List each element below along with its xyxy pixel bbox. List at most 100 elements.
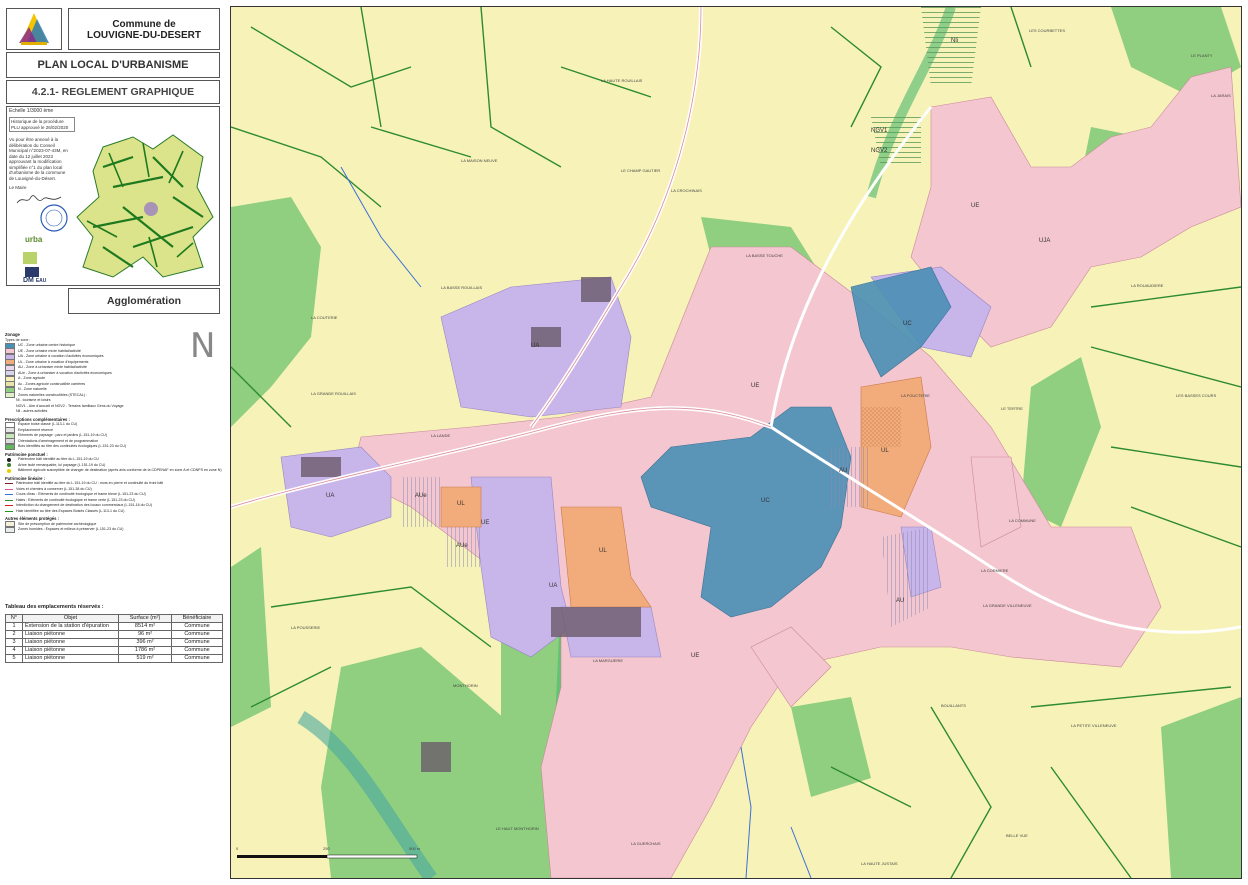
legend: Zonage Types de zone : UC - Zone urbaine… — [5, 330, 225, 533]
legend-swatch — [5, 392, 15, 399]
scale-label: 250 — [323, 846, 330, 851]
commune-logo-icon — [19, 13, 49, 45]
place-label: LA GUERCHAIS — [631, 841, 661, 846]
place-label: LA BASSE ROUILLAIS — [441, 285, 482, 290]
zone-label-ue: UE — [751, 383, 759, 389]
legend-item: Haie identifiée au titre des Espaces Boi… — [5, 509, 225, 515]
legend-item: Bois identifiés au titre des continuités… — [5, 443, 225, 450]
scale-label: 500 m — [409, 846, 421, 851]
table-cell: 1786 m² — [118, 646, 172, 655]
zone-label-uc: UC — [903, 321, 912, 327]
partner-logo-2-icon — [25, 267, 39, 277]
place-label: LA LANDE — [431, 433, 450, 438]
place-label: LA CORMIERE — [981, 568, 1009, 573]
place-label: LA ROUAUDIERE — [1131, 283, 1164, 288]
table-cell: 1 — [5, 622, 23, 631]
table-row: 4 Liaison piétonne 1786 m² Commune — [5, 646, 223, 655]
info-box: Echelle 1/3000 ème Historique de la proc… — [6, 106, 220, 286]
table-cell: 519 m² — [118, 654, 172, 663]
zone-label-au: AU — [896, 598, 904, 604]
zone-label-ngv1: NGV1 — [871, 128, 888, 134]
table-cell: Commune — [171, 638, 223, 647]
table-header-cell: N° — [5, 614, 23, 623]
place-label: LA GRANDE VILLENEUVE — [983, 603, 1032, 608]
reserved-table-title: Tableau des emplacements réservés : — [5, 604, 104, 610]
reserved-table-body: 1 Extension de la station d'épuration 8514… — [5, 622, 223, 663]
zone-label-nli: Nli — [951, 38, 958, 44]
zone-label-ue: UE — [481, 520, 489, 526]
table-cell: 4 — [5, 646, 23, 655]
commune-overview-map-icon — [76, 134, 214, 278]
zone-label-ue: UE — [691, 653, 699, 659]
place-label: LA FOUCTERIE — [901, 393, 930, 398]
place-label: LA HAUTE JUSTAIS — [861, 861, 898, 866]
history-box: Historique de la procédure PLU approuvé … — [9, 117, 75, 132]
urba-logo: urba — [25, 235, 43, 244]
place-label: LA COUTERIE — [311, 315, 338, 320]
legend-swatch — [5, 526, 15, 533]
zone-label-ue: UE — [971, 203, 979, 209]
zoning-map[interactable]: UA UA UA UC UC UL UL UL AU AU AUe AUe UE… — [230, 6, 1242, 879]
place-label: LA POUSSERIE — [291, 625, 320, 630]
legend-swatch — [5, 510, 13, 512]
legend-swatch — [5, 483, 13, 485]
table-cell: 5 — [5, 654, 23, 663]
partner-logo-icon — [23, 252, 37, 264]
place-label: LA CROCHINAIS — [671, 188, 702, 193]
mayor-label: Le Maire — [9, 185, 27, 190]
table-header-cell: Objet — [22, 614, 119, 623]
place-label: LA PETITE VILLENEUVE — [1071, 723, 1117, 728]
zone-label-ua: UA — [531, 343, 539, 349]
legend-ponctuel-list: Patrimoine bâti identifié au titre du L.… — [5, 457, 225, 474]
table-cell: Extension de la station d'épuration — [22, 622, 119, 631]
commune-name-box: Commune de LOUVIGNE-DU-DESERT — [68, 8, 220, 50]
place-label: LE CHAMP GAUTIER — [621, 168, 660, 173]
table-cell: Liaison piétonne — [22, 630, 119, 639]
table-row: 3 Liaison piétonne 396 m² Commune — [5, 638, 223, 647]
reserved-areas-table: N° Objet Surface (m²) Bénéficiaire 1 Exte… — [5, 614, 223, 663]
table-cell: Commune — [171, 654, 223, 663]
title-panel: Commune de LOUVIGNE-DU-DESERT PLAN LOCAL… — [0, 0, 228, 885]
legend-label: Bois identifiés au titre des continuités… — [18, 444, 127, 448]
legend-swatch — [7, 457, 11, 462]
history-line1: Historique de la procédure — [11, 119, 64, 124]
table-header-row: N° Objet Surface (m²) Bénéficiaire — [5, 614, 223, 623]
commune-line1: Commune de — [112, 19, 176, 30]
legend-stecal-list: Nl - tourisme et loisirs NGV1 - Aire d'ac… — [5, 398, 225, 415]
place-label: LA MAISON NEUVE — [461, 158, 498, 163]
commune-logo — [6, 8, 62, 50]
zone-label-uc: UC — [761, 498, 770, 504]
dm-logo: DM EAU — [23, 277, 46, 284]
legend-zones-list: UC - Zone urbaine centre historique UE - … — [5, 342, 225, 399]
sector-title: Agglomération — [68, 288, 220, 314]
table-cell: Commune — [171, 622, 223, 631]
plu-title: PLAN LOCAL D'URBANISME — [6, 52, 220, 78]
legend-swatch — [7, 468, 11, 473]
zone-label-aue: AUe — [456, 543, 468, 549]
legend-label: Bâtiment agricole susceptible de changer… — [18, 468, 222, 472]
table-row: 5 Liaison piétonne 519 m² Commune — [5, 654, 223, 663]
table-row: 2 Liaison piétonne 96 m² Commune — [5, 630, 223, 639]
place-label: LES BASSES COURS — [1176, 393, 1217, 398]
zone-label-uja: UJA — [1039, 238, 1050, 244]
table-cell: Liaison piétonne — [22, 638, 119, 647]
place-label: LA HAUTE ROUILLAIS — [601, 78, 643, 83]
legend-swatch — [5, 494, 13, 496]
zone-label-aue: AUe — [415, 493, 427, 499]
legend-swatch — [5, 488, 13, 490]
table-header-cell: Surface (m²) — [118, 614, 172, 623]
place-label: LA BASSE TOUCHE — [746, 253, 783, 258]
table-cell: 3 — [5, 638, 23, 647]
zone-label-ua: UA — [326, 493, 334, 499]
zoning-map-svg: UA UA UA UC UC UL UL UL AU AU AUe AUe UE… — [231, 7, 1241, 878]
commune-line2: LOUVIGNE-DU-DESERT — [87, 30, 201, 41]
zone-label-ua: UA — [549, 583, 557, 589]
decision-text: Vu pour être annexé à la délibération du… — [9, 137, 68, 181]
place-label: LA MARGUERIE — [593, 658, 623, 663]
dm-logo-text: DM — [23, 277, 34, 284]
legend-swatch — [5, 443, 15, 450]
zone-label-ul: UL — [599, 548, 607, 554]
place-label: LES COURBETTES — [1029, 28, 1065, 33]
table-header-cell: Bénéficiaire — [171, 614, 223, 623]
reglement-title: 4.2.1- REGLEMENT GRAPHIQUE — [6, 80, 220, 104]
